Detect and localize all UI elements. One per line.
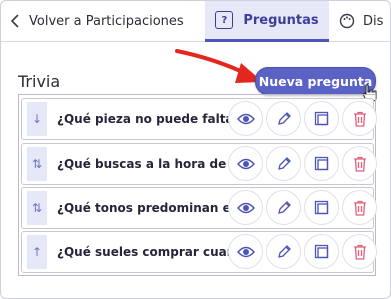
palette-icon: [339, 13, 355, 29]
trash-icon: [353, 111, 366, 127]
view-button[interactable]: [228, 234, 263, 269]
app-frame: Volver a Participaciones ? Preguntas Dis…: [0, 0, 391, 299]
eye-icon: [236, 246, 255, 257]
tab-preguntas[interactable]: ? Preguntas: [205, 1, 329, 42]
delete-button[interactable]: [342, 146, 377, 181]
chevron-left-icon: [1, 14, 29, 28]
top-nav: Volver a Participaciones ? Preguntas Dis: [1, 1, 390, 42]
view-button[interactable]: [228, 101, 263, 136]
move-up-down-icon[interactable]: ⇅: [27, 191, 47, 225]
question-text: ¿Qué sueles comprar cuand: [57, 245, 229, 259]
copy-icon: [314, 200, 328, 214]
trash-icon: [353, 156, 366, 172]
question-row: ⇅ ¿Qué tonos predominan en: [21, 187, 377, 229]
edit-button[interactable]: [266, 101, 301, 136]
eye-icon: [236, 158, 255, 169]
question-row: ↑ ¿Qué sueles comprar cuand: [21, 231, 377, 273]
pencil-icon: [277, 200, 291, 214]
tab-diseno-label: Dis: [363, 13, 384, 29]
row-actions: [228, 146, 377, 182]
row-actions: [228, 101, 377, 137]
question-text: ¿Qué buscas a la hora de co: [57, 157, 229, 171]
section-title: Trivia: [18, 72, 61, 91]
question-text: ¿Qué tonos predominan en: [57, 201, 229, 215]
back-label: Volver a Participaciones: [29, 13, 184, 29]
pencil-icon: [277, 111, 291, 125]
duplicate-button[interactable]: [304, 101, 339, 136]
move-up-down-icon[interactable]: ⇅: [27, 147, 47, 181]
duplicate-button[interactable]: [304, 146, 339, 181]
delete-button[interactable]: [342, 101, 377, 136]
view-button[interactable]: [228, 190, 263, 225]
question-text: ¿Qué pieza no puede faltar: [57, 112, 229, 126]
back-link[interactable]: Volver a Participaciones: [1, 1, 205, 41]
duplicate-button[interactable]: [304, 234, 339, 269]
pencil-icon: [277, 156, 291, 170]
row-actions: [228, 234, 377, 270]
eye-icon: [236, 202, 255, 213]
delete-button[interactable]: [342, 190, 377, 225]
question-row: ⇅ ¿Qué buscas a la hora de co: [21, 143, 377, 185]
pencil-icon: [277, 244, 291, 258]
questions-list: ↓ ¿Qué pieza no puede faltar ⇅ ¿Qué busc…: [18, 94, 377, 276]
edit-button[interactable]: [266, 190, 301, 225]
eye-icon: [236, 113, 255, 124]
copy-icon: [314, 156, 328, 170]
move-down-icon[interactable]: ↓: [27, 102, 47, 136]
tab-preguntas-label: Preguntas: [243, 12, 319, 28]
question-box-icon: ?: [215, 11, 234, 29]
copy-icon: [314, 244, 328, 258]
edit-button[interactable]: [266, 234, 301, 269]
view-button[interactable]: [228, 146, 263, 181]
delete-button[interactable]: [342, 234, 377, 269]
tab-diseno[interactable]: Dis: [339, 1, 383, 41]
trash-icon: [353, 200, 366, 216]
move-up-icon[interactable]: ↑: [27, 235, 47, 269]
duplicate-button[interactable]: [304, 190, 339, 225]
edit-button[interactable]: [266, 146, 301, 181]
trash-icon: [353, 244, 366, 260]
row-actions: [228, 190, 377, 226]
question-row: ↓ ¿Qué pieza no puede faltar: [21, 98, 377, 140]
copy-icon: [314, 111, 328, 125]
new-question-button[interactable]: Nueva pregunta: [255, 67, 376, 95]
